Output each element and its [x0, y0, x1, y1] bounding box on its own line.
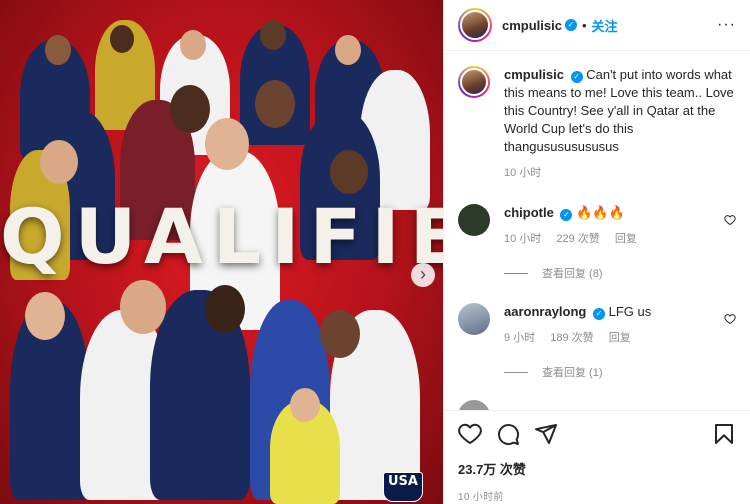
likes-count[interactable]: 23.7万 次赞: [458, 459, 736, 478]
verified-icon: ✓: [570, 71, 583, 83]
comment-item: chipotle ✓ 🔥🔥🔥 10 小时 229 次赞 回复: [458, 204, 736, 248]
next-image-button[interactable]: ›: [411, 263, 435, 287]
comment-username[interactable]: chipotle: [504, 205, 554, 220]
ussf-logo: USA: [383, 472, 423, 502]
commenter-avatar[interactable]: [458, 204, 490, 236]
reply-button[interactable]: 回复: [615, 233, 637, 245]
reply-button[interactable]: 回复: [609, 332, 631, 344]
caption: cmpulisic ✓ Can't put into words what th…: [458, 66, 736, 182]
like-icon[interactable]: [458, 422, 482, 446]
caption-time: 10 小时: [504, 167, 542, 179]
verified-icon: ✓: [592, 308, 605, 320]
view-replies-button[interactable]: 查看回复 (8): [504, 265, 736, 281]
post-sidebar: cmpulisic ✓ • 关注 ··· cmpulisic ✓ Can't p…: [443, 0, 750, 504]
post-image[interactable]: QUALIFIED USA ›: [0, 0, 443, 504]
author-avatar[interactable]: [458, 8, 492, 42]
comment-text: 🔥🔥🔥: [576, 205, 625, 220]
commenter-avatar[interactable]: [458, 400, 490, 410]
caption-username[interactable]: cmpulisic: [504, 67, 564, 82]
comment-username[interactable]: aaronraylong: [504, 304, 586, 319]
verified-icon: ✓: [564, 19, 577, 31]
qualified-headline: QUALIFIED: [0, 192, 443, 281]
comments-list[interactable]: cmpulisic ✓ Can't put into words what th…: [444, 52, 750, 410]
comment-icon[interactable]: [496, 422, 520, 446]
comment-item: [458, 400, 736, 410]
separator-dot: •: [581, 17, 587, 33]
comment-likes[interactable]: 189 次赞: [550, 332, 593, 344]
comment-likes[interactable]: 229 次赞: [556, 233, 599, 245]
commenter-avatar[interactable]: [458, 303, 490, 335]
caption-avatar[interactable]: [458, 66, 490, 98]
more-options-icon[interactable]: ···: [717, 16, 736, 34]
post-timestamp: 10 小时前: [458, 492, 504, 503]
post-header: cmpulisic ✓ • 关注 ···: [444, 0, 750, 51]
like-comment-icon[interactable]: [724, 313, 736, 325]
comment-text: LFG us: [608, 304, 652, 319]
follow-button[interactable]: 关注: [592, 16, 618, 35]
share-icon[interactable]: [534, 422, 558, 446]
verified-icon: ✓: [560, 209, 573, 221]
author-username[interactable]: cmpulisic: [502, 18, 562, 33]
post-actions: 23.7万 次赞 10 小时前: [444, 410, 750, 504]
comment-time: 9 小时: [504, 332, 536, 344]
like-comment-icon[interactable]: [724, 214, 736, 226]
save-icon[interactable]: [712, 422, 736, 446]
comment-time: 10 小时: [504, 233, 542, 245]
comment-item: aaronraylong ✓ LFG us 9 小时 189 次赞 回复: [458, 303, 736, 347]
view-replies-button[interactable]: 查看回复 (1): [504, 364, 736, 380]
